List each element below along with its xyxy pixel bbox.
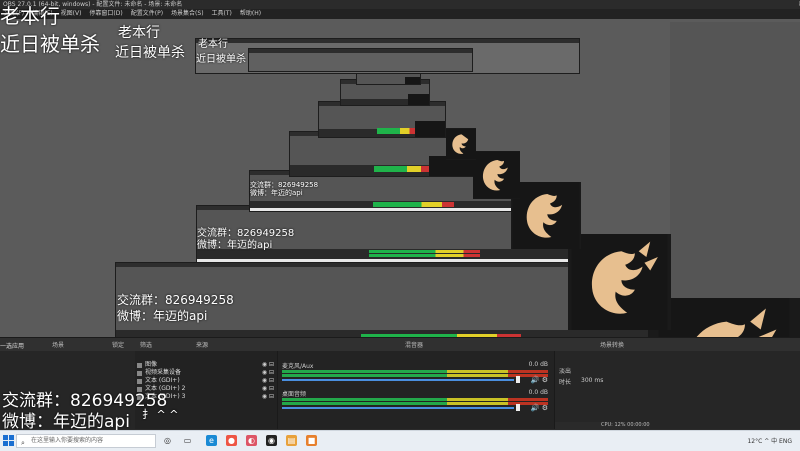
desktop-channel-name: 桌面音频 (282, 391, 307, 398)
mic-mute-icon[interactable]: 🔊 ⚙ (531, 376, 548, 384)
text-icon (137, 378, 142, 384)
menu-profile[interactable]: 配置文件(P) (131, 9, 163, 19)
transition-type[interactable]: 淡出 (559, 366, 571, 375)
menu-scene-collection[interactable]: 场景集合(S) (171, 9, 204, 19)
mixer-dock-title: 混音器 (405, 342, 424, 349)
dragon-logo-icon (446, 129, 476, 159)
visibility-eye-icon[interactable]: ◉ ⊟ (262, 393, 274, 400)
window-switch-icon[interactable]: ▭ (182, 435, 193, 446)
preview-canvas[interactable]: 老本行 近日被单杀 老本行 近日被单杀 老本行 近日被单杀 交流群：826949… (0, 5, 800, 429)
mic-channel-name: 麦克风/Aux (282, 363, 314, 370)
menu-docks[interactable]: 停靠窗口(D) (89, 9, 122, 19)
source-row[interactable]: 文本 (GDI+) (137, 377, 180, 385)
windows-taskbar: ⌕ 在这里输入你要搜索的内容 ◎ ▭ e ● ◐ ◉ ▤ ■ 12°C ^ 中 … (0, 430, 800, 451)
stream-time: 00:00:00 (627, 422, 650, 428)
taskbar-search-input[interactable]: ⌕ 在这里输入你要搜索的内容 (16, 434, 156, 448)
visibility-eye-icon[interactable]: ◉ ⊟ (262, 377, 274, 384)
nested-capture-9 (248, 48, 473, 72)
transitions-panel: 淡出 时长 300 ms (555, 351, 650, 429)
lock-toggle[interactable]: 锁定 (112, 340, 124, 349)
scene-first-item[interactable]: 一选应用 (0, 341, 24, 350)
dragon-logo-icon (473, 151, 520, 199)
cpu-usage: CPU: 12% (601, 422, 626, 428)
dragon-logo-icon (571, 234, 668, 330)
overlay-top-line2-smaller: 近日被单杀 (196, 54, 246, 65)
edge-browser-icon[interactable]: e (206, 435, 217, 446)
desktop-volume-slider[interactable] (282, 407, 514, 409)
mic-volume-slider[interactable] (282, 379, 514, 381)
overlay-weibo-small: 微博：年迈的api (197, 240, 273, 251)
transitions-dock-title: 场景转换 (600, 342, 625, 349)
media-app-icon[interactable]: ◐ (246, 435, 257, 446)
overlay-qq-group-mid: 交流群：826949258 (117, 293, 234, 307)
menu-bar: 文件(F) 编辑(E) 视图(V) 停靠窗口(D) 配置文件(P) 场景集合(S… (0, 9, 800, 19)
desktop-volume-meter (282, 398, 548, 401)
logo-art-4 (473, 151, 520, 199)
nested-capture-5 (318, 101, 446, 138)
windows-start-icon[interactable] (3, 435, 15, 447)
menu-tools[interactable]: 工具(T) (212, 9, 232, 19)
chrome-browser-icon[interactable]: ● (226, 435, 237, 446)
mic-channel-db: 0.0 dB (528, 361, 548, 368)
image-icon (137, 362, 142, 368)
menu-view[interactable]: 视图(V) (61, 9, 82, 19)
system-tray[interactable]: 12°C ^ 中 ENG (747, 436, 792, 445)
overlay-weibo-smaller: 微博：年迈的api (250, 189, 303, 197)
overlay-top-line2: 近日被单杀 (0, 32, 100, 56)
scenes-dock-title: 场景 (52, 342, 65, 349)
sources-dock-title: 来源 (196, 342, 209, 349)
dragon-logo-icon (512, 182, 580, 249)
folder-app-icon[interactable]: ▤ (286, 435, 297, 446)
source-row[interactable]: 视频采集设备 (137, 369, 181, 377)
logo-art-5 (446, 128, 476, 160)
mic-volume-handle[interactable] (516, 376, 520, 383)
overlay-qq-group-smaller: 交流群：826949258 (250, 181, 319, 189)
overlay-weibo-mid: 微博：年迈的api (117, 309, 208, 323)
overlay-trailing-chars: 扌 ^ ^ (142, 408, 179, 421)
dock-header-bar: 场景 锁定 筛选 来源 混音器 场景转换 (0, 337, 800, 352)
desktop-volume-handle[interactable] (516, 404, 520, 411)
overlay-top-line2-small: 近日被单杀 (115, 45, 185, 61)
filter-toggle[interactable]: 筛选 (140, 340, 152, 349)
search-icon: ⌕ (21, 439, 25, 447)
desktop-volume-meter-2 (282, 402, 548, 405)
window-titlebar: OBS 27.0.1 (64-bit, windows) - 配置文件: 未命名… (0, 0, 800, 9)
logo-art-3 (511, 182, 581, 249)
desktop-mute-icon[interactable]: 🔊 ⚙ (531, 404, 548, 412)
menu-help[interactable]: 帮助(H) (240, 9, 261, 19)
weather-indicator: 12°C (747, 438, 763, 445)
visibility-eye-icon[interactable]: ◉ ⊟ (262, 385, 274, 392)
extra-app-icon[interactable]: ■ (306, 435, 317, 446)
overlay-top-line1-small: 老本行 (118, 25, 160, 41)
task-view-icon[interactable]: ◎ (162, 435, 173, 446)
camera-icon (137, 370, 142, 376)
visibility-eye-icon[interactable]: ◉ ⊟ (262, 361, 274, 368)
duration-value[interactable]: 300 ms (581, 377, 603, 384)
duration-label: 时长 (559, 379, 572, 386)
visibility-eye-icon[interactable]: ◉ ⊟ (262, 369, 274, 376)
search-placeholder: 在这里输入你要搜索的内容 (31, 437, 104, 444)
audio-mixer: 麦克风/Aux 0.0 dB 🔊 ⚙ 桌面音频 0.0 dB 🔊 ⚙ (277, 351, 555, 429)
overlay-top-line1-smaller: 老本行 (198, 39, 228, 50)
obs-app-icon[interactable]: ◉ (266, 435, 277, 446)
logo-art-2 (568, 234, 671, 330)
source-row[interactable]: 图像 (137, 361, 157, 369)
overlay-qq-group-small: 交流群：826949258 (197, 228, 295, 239)
desktop-channel-db: 0.0 dB (528, 389, 548, 396)
mic-volume-meter-2 (282, 374, 548, 377)
mic-volume-meter (282, 370, 548, 373)
overlay-top-line1: 老本行 (0, 4, 60, 28)
tray-icons: ^ 中 ENG (764, 438, 792, 445)
status-bar: CPU: 12% 00:00:00 (555, 422, 650, 429)
